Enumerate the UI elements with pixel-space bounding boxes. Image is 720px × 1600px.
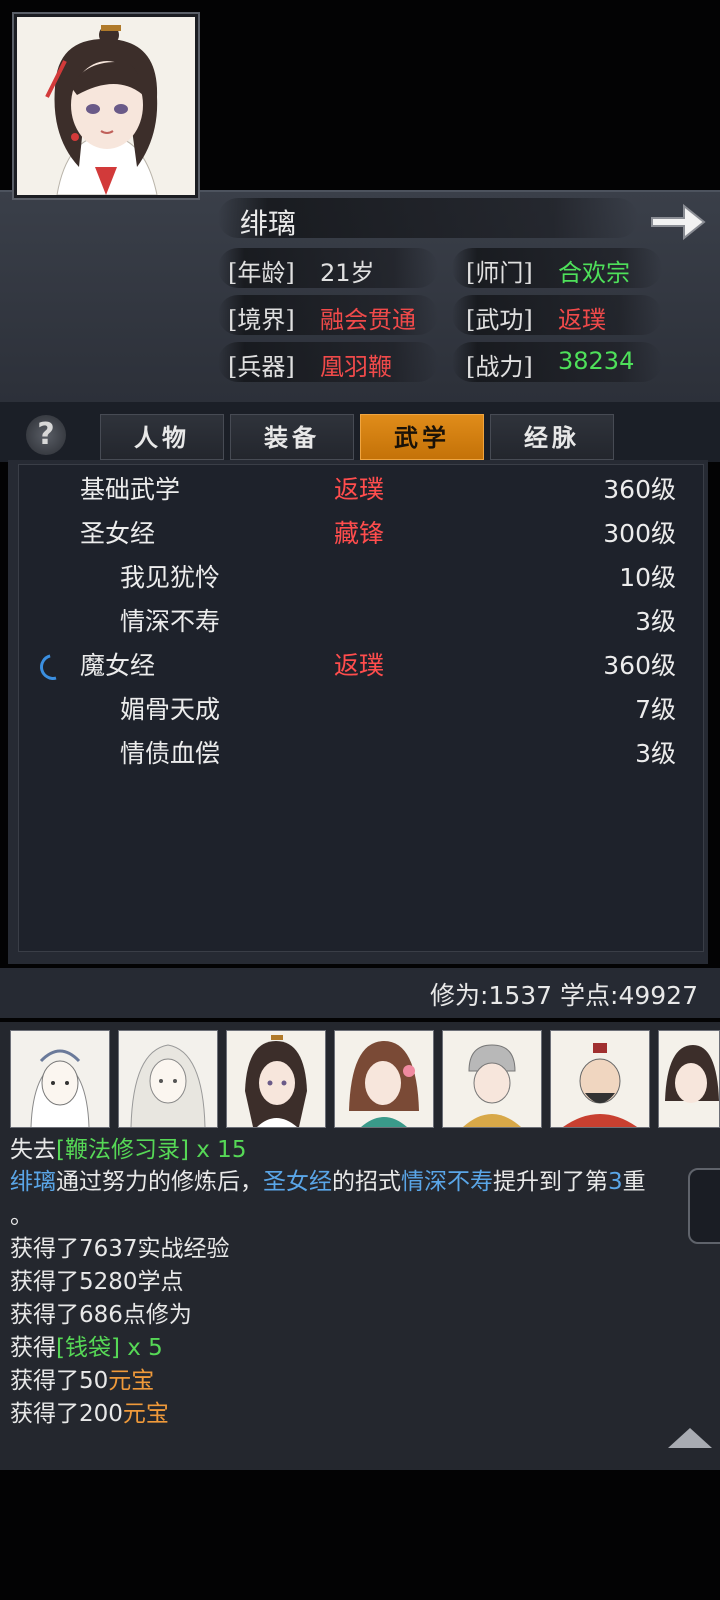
log-line: 获得了50元宝 xyxy=(10,1361,154,1395)
tab-equipment[interactable]: 装备 xyxy=(230,414,354,460)
tab-character[interactable]: 人物 xyxy=(100,414,224,460)
triangle-up-icon[interactable] xyxy=(668,1428,712,1448)
side-menu-tab[interactable] xyxy=(688,1168,720,1244)
character-portrait[interactable] xyxy=(14,14,198,198)
character-card[interactable] xyxy=(442,1030,542,1128)
character-card[interactable] xyxy=(334,1030,434,1128)
sub-skill-row[interactable]: 我见犹怜 10级 xyxy=(18,556,704,600)
portrait-illustration xyxy=(119,1031,217,1127)
portrait-illustration xyxy=(551,1031,649,1127)
sub-skill-name: 媚骨天成 xyxy=(120,695,221,724)
portrait-illustration xyxy=(335,1031,433,1127)
skill-name: 基础武学 xyxy=(80,475,181,504)
portrait-illustration xyxy=(443,1031,541,1127)
arrow-right-icon[interactable] xyxy=(648,200,706,244)
currency-label: 元宝 xyxy=(108,1368,155,1394)
skill-realm: 返璞 xyxy=(334,475,385,504)
item-link[interactable]: [鞭法修习录] xyxy=(56,1137,189,1163)
log-line: 获得了7637实战经验 xyxy=(10,1236,230,1262)
tier-number: 3 xyxy=(608,1169,623,1195)
skill-realm: 藏锋 xyxy=(334,519,385,548)
age-label: [年龄] xyxy=(228,259,295,287)
item-link[interactable]: [钱袋] xyxy=(56,1335,120,1361)
skill-row[interactable]: 基础武学 返璞 360级 xyxy=(18,468,704,512)
character-card[interactable] xyxy=(658,1030,720,1128)
skill-name: 圣女经 xyxy=(80,519,156,548)
character-name: 绯璃 xyxy=(240,207,297,240)
power-value: 38234 xyxy=(558,347,635,375)
item-count: x 5 xyxy=(119,1335,163,1361)
sub-skill-row[interactable]: 情债血偿 3级 xyxy=(18,732,704,776)
skill-row[interactable]: 圣女经 藏锋 300级 xyxy=(18,512,704,556)
skill-level: 10级 xyxy=(619,563,676,592)
portrait-illustration xyxy=(11,1031,109,1127)
cultivation-stats: 修为:1537 学点:49927 xyxy=(430,981,698,1010)
skill-row[interactable]: 魔女经 返璞 360级 xyxy=(18,644,704,688)
character-card[interactable] xyxy=(226,1030,326,1128)
weapon-value: 凰羽鞭 xyxy=(320,353,392,381)
sub-skill-name: 情债血偿 xyxy=(120,739,221,768)
character-link[interactable]: 绯璃 xyxy=(10,1169,56,1195)
skill-level: 7级 xyxy=(635,695,676,724)
log-line: 。 xyxy=(10,1203,33,1229)
log-line: 绯璃通过努力的修炼后，圣女经的招式情深不寿提升到了第3重 xyxy=(10,1162,646,1196)
skill-level: 300级 xyxy=(603,519,676,548)
weapon-label: [兵器] xyxy=(228,353,295,381)
character-card[interactable] xyxy=(118,1030,218,1128)
skill-level: 360级 xyxy=(603,651,676,680)
log-line: 获得了686点修为 xyxy=(10,1302,192,1328)
log-text: 通过努力的修炼后， xyxy=(56,1169,263,1195)
sub-skill-name: 情深不寿 xyxy=(120,607,221,636)
sub-skill-name: 我见犹怜 xyxy=(120,563,221,592)
log-text: 获得了50 xyxy=(10,1368,109,1394)
skill-level: 3级 xyxy=(635,739,676,768)
item-count: x 15 xyxy=(188,1137,247,1163)
sub-skill-row[interactable]: 情深不寿 3级 xyxy=(18,600,704,644)
skill-level: 3级 xyxy=(635,607,676,636)
question-icon[interactable]: ? xyxy=(26,415,66,455)
character-card[interactable] xyxy=(10,1030,110,1128)
martial-value: 返璞 xyxy=(558,306,606,334)
sect-label: [师门] xyxy=(466,259,533,287)
skill-name: 魔女经 xyxy=(80,651,156,680)
skill-link[interactable]: 圣女经 xyxy=(263,1169,332,1195)
portrait-illustration xyxy=(227,1031,325,1127)
log-text: 失去 xyxy=(10,1137,56,1163)
sect-value: 合欢宗 xyxy=(558,259,630,287)
power-label: [战力] xyxy=(466,353,533,381)
spinner-icon xyxy=(35,649,71,685)
log-line: 获得了200元宝 xyxy=(10,1394,169,1428)
sub-skill-row[interactable]: 媚骨天成 7级 xyxy=(18,688,704,732)
log-line: 获得[钱袋] x 5 xyxy=(10,1328,163,1362)
realm-label: [境界] xyxy=(228,306,295,334)
character-card[interactable] xyxy=(550,1030,650,1128)
age-value: 21岁 xyxy=(320,259,375,287)
log-text: 提升到了第 xyxy=(493,1169,608,1195)
log-line: 失去[鞭法修习录] x 15 xyxy=(10,1130,246,1164)
martial-label: [武功] xyxy=(466,306,533,334)
move-link[interactable]: 情深不寿 xyxy=(401,1169,493,1195)
portrait-illustration xyxy=(659,1031,719,1127)
log-text: 的招式 xyxy=(332,1169,401,1195)
realm-value: 融会贯通 xyxy=(320,306,416,334)
tab-martial-arts[interactable]: 武学 xyxy=(360,414,484,460)
tab-meridians[interactable]: 经脉 xyxy=(490,414,614,460)
bottom-blank-area xyxy=(0,1470,720,1600)
log-line: 获得了5280学点 xyxy=(10,1269,184,1295)
log-text: 重 xyxy=(622,1169,646,1195)
skill-level: 360级 xyxy=(603,475,676,504)
log-text: 获得 xyxy=(10,1335,56,1361)
log-text: 获得了200 xyxy=(10,1401,123,1427)
currency-label: 元宝 xyxy=(122,1401,169,1427)
skill-realm: 返璞 xyxy=(334,651,385,680)
portrait-illustration xyxy=(17,17,195,195)
